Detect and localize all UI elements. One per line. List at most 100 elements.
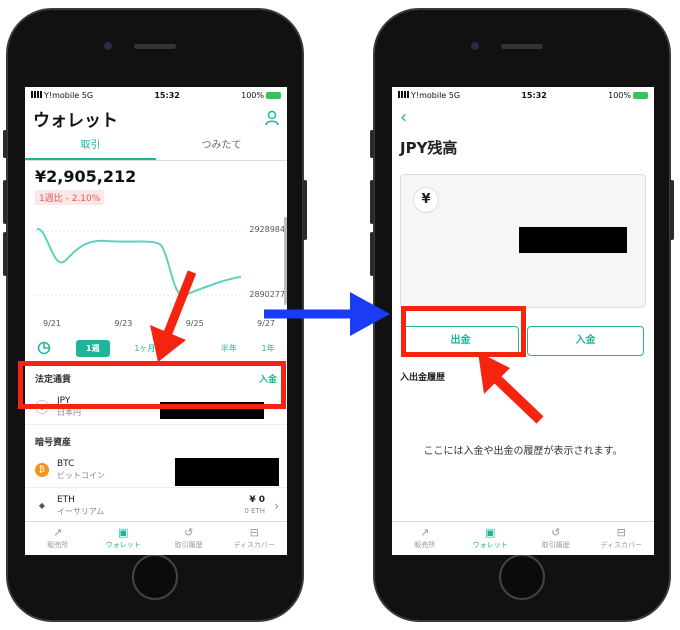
empty-history-message: ここには入金や出金の履歴が表示されます。 xyxy=(423,446,623,457)
eth-quantity: 0 ETH xyxy=(244,506,265,515)
history-title: 入出金履歴 xyxy=(400,373,446,383)
tab-discover[interactable]: ⊟ ディスカバー xyxy=(222,522,288,555)
chart-line xyxy=(35,228,243,297)
clock: 15:32 xyxy=(154,90,180,100)
wallet-screen: Y!mobile 5G 15:32 100% ウォレット 取引 つみたて ¥2,… xyxy=(25,87,287,555)
tab-label: 販売所 xyxy=(47,541,69,549)
power-button xyxy=(670,180,674,240)
tab-history[interactable]: ↺ 取引履歴 xyxy=(523,522,589,555)
tab-shop[interactable]: ↗ 販売所 xyxy=(25,522,91,555)
wallet-icon: ▣ xyxy=(118,526,129,539)
page-title: ウォレット xyxy=(33,110,118,131)
mute-switch xyxy=(3,130,7,158)
carrier: Y!mobile xyxy=(411,90,447,100)
volume-up-button xyxy=(370,180,374,224)
volume-down-button xyxy=(370,232,374,276)
x-label: 9/23 xyxy=(114,319,133,328)
wallet-icon: ▣ xyxy=(485,526,496,539)
speaker xyxy=(134,44,176,49)
crypto-title: 暗号資産 xyxy=(35,438,72,448)
eth-amount: ¥ 0 0 ETH xyxy=(244,495,265,517)
battery-icon xyxy=(632,91,648,99)
yen-icon: ¥ xyxy=(413,187,439,213)
x-axis-labels: 9/21 9/23 9/25 9/27 xyxy=(25,319,287,328)
tab-bar: ↗ 販売所 ▣ ウォレット ↺ 取引履歴 ⊟ ディスカバー xyxy=(25,521,287,555)
home-button[interactable] xyxy=(132,554,178,600)
book-icon: ⊟ xyxy=(249,526,259,539)
x-label: 9/21 xyxy=(43,319,61,328)
signal-icon xyxy=(31,90,42,98)
change-badge: 1週比 - 2.10% xyxy=(35,190,105,205)
network: 5G xyxy=(448,90,461,100)
phone-left: Y!mobile 5G 15:32 100% ウォレット 取引 つみたて ¥2,… xyxy=(3,8,307,622)
tab-label: 取引履歴 xyxy=(174,541,203,549)
y-label-low: 2890277 xyxy=(249,290,285,299)
highlight-withdraw-button xyxy=(401,306,526,357)
tab-label: ウォレット xyxy=(105,541,141,549)
volume-up-button xyxy=(3,180,7,224)
tab-label: ディスカバー xyxy=(233,541,275,549)
profile-icon[interactable] xyxy=(265,110,279,126)
trend-icon: ↗ xyxy=(53,526,63,539)
x-label: 9/25 xyxy=(185,319,204,328)
tab-shop[interactable]: ↗ 販売所 xyxy=(392,522,458,555)
range-1week[interactable]: 1週 xyxy=(76,339,110,357)
battery-icon xyxy=(265,91,281,99)
power-button xyxy=(303,180,307,240)
eth-row[interactable]: ◆ ETH イーサリアム ¥ 0 0 ETH › xyxy=(25,488,287,524)
status-bar: Y!mobile 5G 15:32 100% xyxy=(25,87,287,103)
mute-switch xyxy=(370,130,374,158)
back-chevron-icon[interactable]: ‹ xyxy=(392,103,654,129)
redacted-amount xyxy=(175,458,279,486)
scroll-indicator xyxy=(284,217,287,305)
book-icon: ⊟ xyxy=(616,526,626,539)
battery-percent: 100% xyxy=(608,90,631,100)
network: 5G xyxy=(81,90,94,100)
carrier: Y!mobile xyxy=(44,90,80,100)
balance-card: ¥ xyxy=(400,174,646,308)
clock: 15:32 xyxy=(521,90,547,100)
tab-label: ディスカバー xyxy=(600,541,642,549)
highlight-jpy-row xyxy=(18,361,286,409)
tab-label: 販売所 xyxy=(414,541,436,549)
redacted-amount xyxy=(519,227,627,253)
tab-bar: ↗ 販売所 ▣ ウォレット ↺ 取引履歴 ⊟ ディスカバー xyxy=(392,521,654,555)
total-balance: ¥2,905,212 xyxy=(35,167,137,186)
btc-row[interactable]: ₿ BTC ビットコイン xyxy=(25,452,287,488)
wallet-tabs: 取引 つみたて xyxy=(25,133,287,161)
tab-tsumitate[interactable]: つみたて xyxy=(156,133,287,160)
tab-discover[interactable]: ⊟ ディスカバー xyxy=(589,522,655,555)
btc-name: ビットコイン xyxy=(57,470,105,480)
range-selector: 1週 1ヶ月 半年 1年 xyxy=(25,334,287,362)
battery-percent: 100% xyxy=(241,90,264,100)
camera xyxy=(471,42,479,50)
y-label-high: 2928984 xyxy=(249,225,285,234)
bitcoin-icon: ₿ xyxy=(35,462,49,477)
tab-trade[interactable]: 取引 xyxy=(25,133,156,160)
camera xyxy=(104,42,112,50)
eth-code: ETH xyxy=(57,494,75,505)
btc-code: BTC xyxy=(57,458,75,469)
range-1year[interactable]: 1年 xyxy=(262,343,275,354)
status-bar: Y!mobile 5G 15:32 100% xyxy=(392,87,654,103)
signal-icon xyxy=(398,90,409,98)
page-title: JPY残高 xyxy=(400,139,458,157)
home-button[interactable] xyxy=(499,554,545,600)
volume-down-button xyxy=(3,232,7,276)
deposit-button[interactable]: 入金 xyxy=(527,326,644,356)
tab-history[interactable]: ↺ 取引履歴 xyxy=(156,522,222,555)
tab-label: ウォレット xyxy=(472,541,508,549)
tab-wallet[interactable]: ▣ ウォレット xyxy=(458,522,524,555)
crypto-section-header: 暗号資産 xyxy=(25,425,287,452)
balance-chart: 2928984 2890277 xyxy=(25,209,287,319)
eth-name: イーサリアム xyxy=(57,506,105,516)
tab-wallet[interactable]: ▣ ウォレット xyxy=(91,522,157,555)
history-icon: ↺ xyxy=(551,526,561,539)
pie-chart-icon[interactable] xyxy=(37,341,51,355)
trend-icon: ↗ xyxy=(420,526,430,539)
history-icon: ↺ xyxy=(184,526,194,539)
range-1month[interactable]: 1ヶ月 xyxy=(134,343,155,354)
range-halfyear[interactable]: 半年 xyxy=(221,343,237,354)
x-label: 9/27 xyxy=(257,319,275,328)
tab-label: 取引履歴 xyxy=(541,541,570,549)
